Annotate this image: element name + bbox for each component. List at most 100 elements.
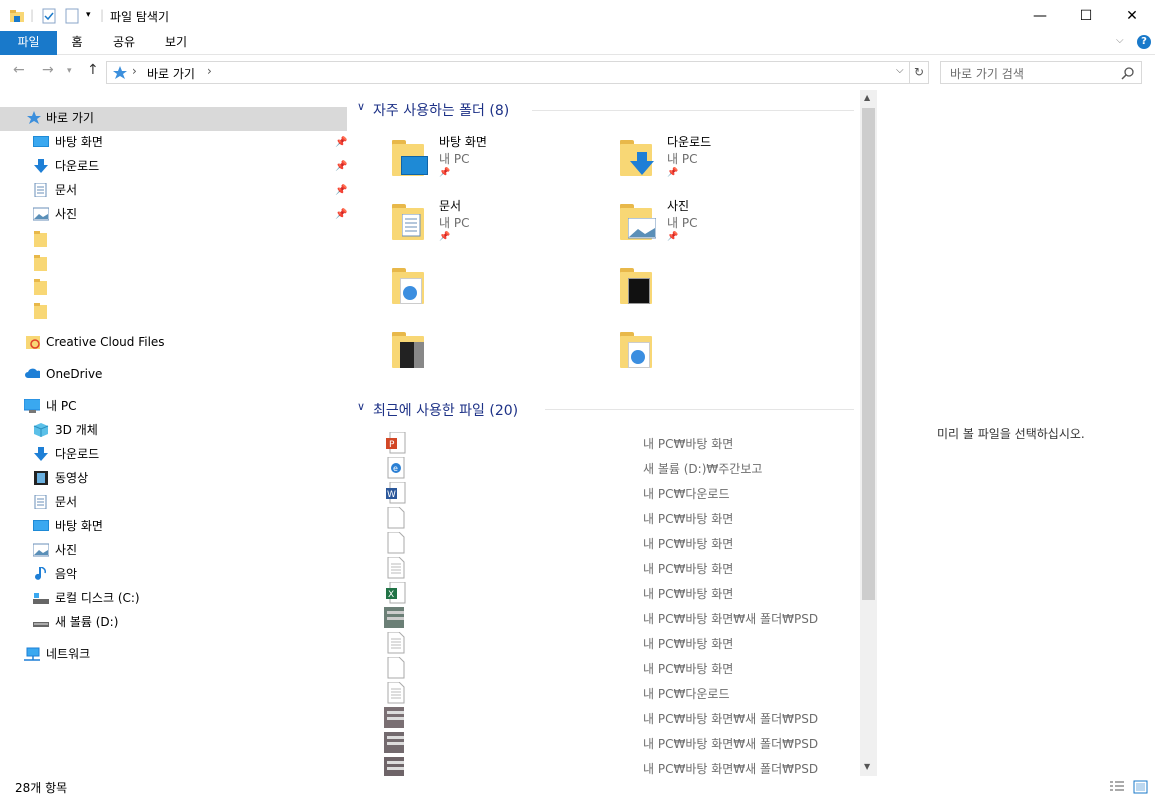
- download-icon: [34, 159, 48, 173]
- computer-icon: [24, 399, 40, 413]
- search-icon[interactable]: [1121, 66, 1135, 80]
- new-folder-icon[interactable]: [65, 8, 79, 24]
- nav-label: 사진: [55, 543, 78, 557]
- frequent-folders-header[interactable]: 자주 사용하는 폴더 (8): [373, 100, 509, 120]
- pin-icon[interactable]: 📌: [335, 137, 347, 148]
- pin-icon[interactable]: 📌: [335, 161, 347, 172]
- image-thumbnail-icon: [384, 707, 404, 728]
- back-arrow-icon[interactable]: ←: [13, 62, 25, 78]
- image-thumbnail-icon: [384, 732, 404, 753]
- folder-location: 내 PC: [667, 216, 698, 230]
- ribbon-tabs: 파일 홈 공유 보기 ⌵ ?: [0, 31, 1155, 55]
- window-title: 파일 탐색기: [110, 10, 170, 24]
- scroll-down-arrow-icon[interactable]: ▼: [864, 762, 870, 771]
- folder-icon[interactable]: [34, 231, 48, 247]
- help-icon[interactable]: ?: [1137, 35, 1151, 49]
- file-location: 내 PC₩바탕 화면: [643, 562, 734, 576]
- tab-view[interactable]: 보기: [158, 31, 194, 55]
- star-icon: [27, 111, 41, 124]
- tab-file[interactable]: 파일: [0, 31, 57, 55]
- navigation-pane: 바로 가기 바탕 화면 📌 다운로드 📌 문서 📌 사진 📌 Creative …: [0, 100, 350, 780]
- frequent-folder-5[interactable]: [392, 264, 424, 304]
- collapse-chevron-icon[interactable]: ∨: [357, 400, 365, 413]
- breadcrumb-separator: ›: [132, 64, 137, 78]
- search-placeholder: 바로 가기 검색: [950, 67, 1024, 81]
- pin-icon: 📌: [667, 232, 679, 242]
- section-divider: [545, 409, 854, 410]
- recent-locations-icon[interactable]: ▾: [67, 66, 72, 76]
- maximize-button[interactable]: ☐: [1063, 0, 1109, 31]
- image-thumbnail-icon: [384, 607, 404, 628]
- documents-icon: [34, 495, 47, 509]
- collapse-chevron-icon[interactable]: ∨: [357, 100, 365, 113]
- frequent-folder-6[interactable]: [620, 264, 652, 304]
- minimize-button[interactable]: —: [1017, 0, 1063, 31]
- file-location: 내 PC₩바탕 화면: [643, 537, 734, 551]
- svg-text:X: X: [388, 590, 394, 600]
- file-icon: [387, 532, 405, 554]
- nav-label: 사진: [55, 207, 78, 221]
- folder-location: 내 PC: [439, 216, 470, 230]
- desktop-icon: [33, 520, 49, 531]
- file-location: 내 PC₩바탕 화면: [643, 662, 734, 676]
- nav-label: 바탕 화면: [55, 135, 103, 149]
- frequent-folder-7[interactable]: [392, 328, 424, 368]
- pin-icon: 📌: [439, 232, 451, 242]
- folder-icon[interactable]: [34, 255, 48, 271]
- nav-label: 동영상: [55, 471, 89, 485]
- scroll-up-arrow-icon[interactable]: ▲: [864, 93, 870, 102]
- properties-icon[interactable]: [42, 8, 56, 24]
- file-location: 내 PC₩바탕 화면: [643, 512, 734, 526]
- folder-icon[interactable]: [34, 279, 48, 295]
- up-arrow-icon[interactable]: ↑: [87, 62, 99, 78]
- file-icon: [387, 507, 405, 529]
- customize-quick-access-icon[interactable]: ▾: [86, 10, 91, 20]
- word-file-icon: W: [386, 482, 406, 504]
- onedrive-icon: [25, 368, 40, 378]
- star-icon: [113, 66, 127, 79]
- svg-text:W: W: [387, 490, 396, 500]
- tab-share[interactable]: 공유: [106, 31, 142, 55]
- file-location: 내 PC₩바탕 화면: [643, 437, 734, 451]
- folder-name: 사진: [667, 199, 690, 213]
- scrollbar-thumb[interactable]: [862, 108, 875, 600]
- search-input[interactable]: 바로 가기 검색: [940, 61, 1142, 84]
- recent-files-header[interactable]: 최근에 사용한 파일 (20): [373, 400, 518, 420]
- svg-text:P: P: [389, 440, 395, 450]
- details-view-icon[interactable]: [1109, 780, 1125, 794]
- nav-label: 바탕 화면: [55, 519, 103, 533]
- address-bar[interactable]: › 바로 가기 › ⌵: [106, 61, 910, 84]
- breadcrumb-separator[interactable]: ›: [207, 64, 212, 78]
- folder-name: 다운로드: [667, 135, 712, 149]
- refresh-icon[interactable]: ↻: [910, 61, 929, 84]
- pin-icon[interactable]: 📌: [335, 209, 347, 220]
- documents-icon: [34, 183, 47, 197]
- downloads-folder-icon: [620, 136, 654, 176]
- close-button[interactable]: ✕: [1109, 0, 1155, 31]
- title-separator: |: [30, 8, 35, 22]
- nav-label: 3D 개체: [55, 423, 98, 437]
- folder-name: 바탕 화면: [439, 135, 487, 149]
- 3d-objects-icon: [33, 423, 49, 437]
- forward-arrow-icon[interactable]: →: [42, 62, 54, 78]
- address-dropdown-icon[interactable]: ⌵: [896, 65, 904, 76]
- file-location: 내 PC₩바탕 화면₩새 폴더₩PSD: [643, 612, 819, 626]
- nav-label: 바로 가기: [46, 111, 94, 125]
- frequent-folder-8[interactable]: [620, 328, 652, 368]
- expand-ribbon-icon[interactable]: ⌵: [1116, 35, 1124, 46]
- folder-icon[interactable]: [34, 303, 48, 319]
- creative-cloud-folder-icon: [26, 336, 40, 349]
- tab-home[interactable]: 홈: [62, 31, 92, 55]
- pin-icon[interactable]: 📌: [335, 185, 347, 196]
- nav-label: 문서: [55, 183, 78, 197]
- large-icons-view-icon[interactable]: [1133, 780, 1149, 794]
- desktop-folder-icon: [392, 136, 428, 176]
- documents-folder-icon: [392, 200, 424, 240]
- drive-icon: [33, 622, 49, 627]
- breadcrumb-quick-access[interactable]: 바로 가기: [147, 65, 195, 82]
- nav-label: 네트워크: [46, 647, 91, 661]
- file-icon: [387, 657, 405, 679]
- folder-name: 문서: [439, 199, 462, 213]
- file-location: 내 PC₩바탕 화면: [643, 637, 734, 651]
- pin-icon: 📌: [667, 168, 679, 178]
